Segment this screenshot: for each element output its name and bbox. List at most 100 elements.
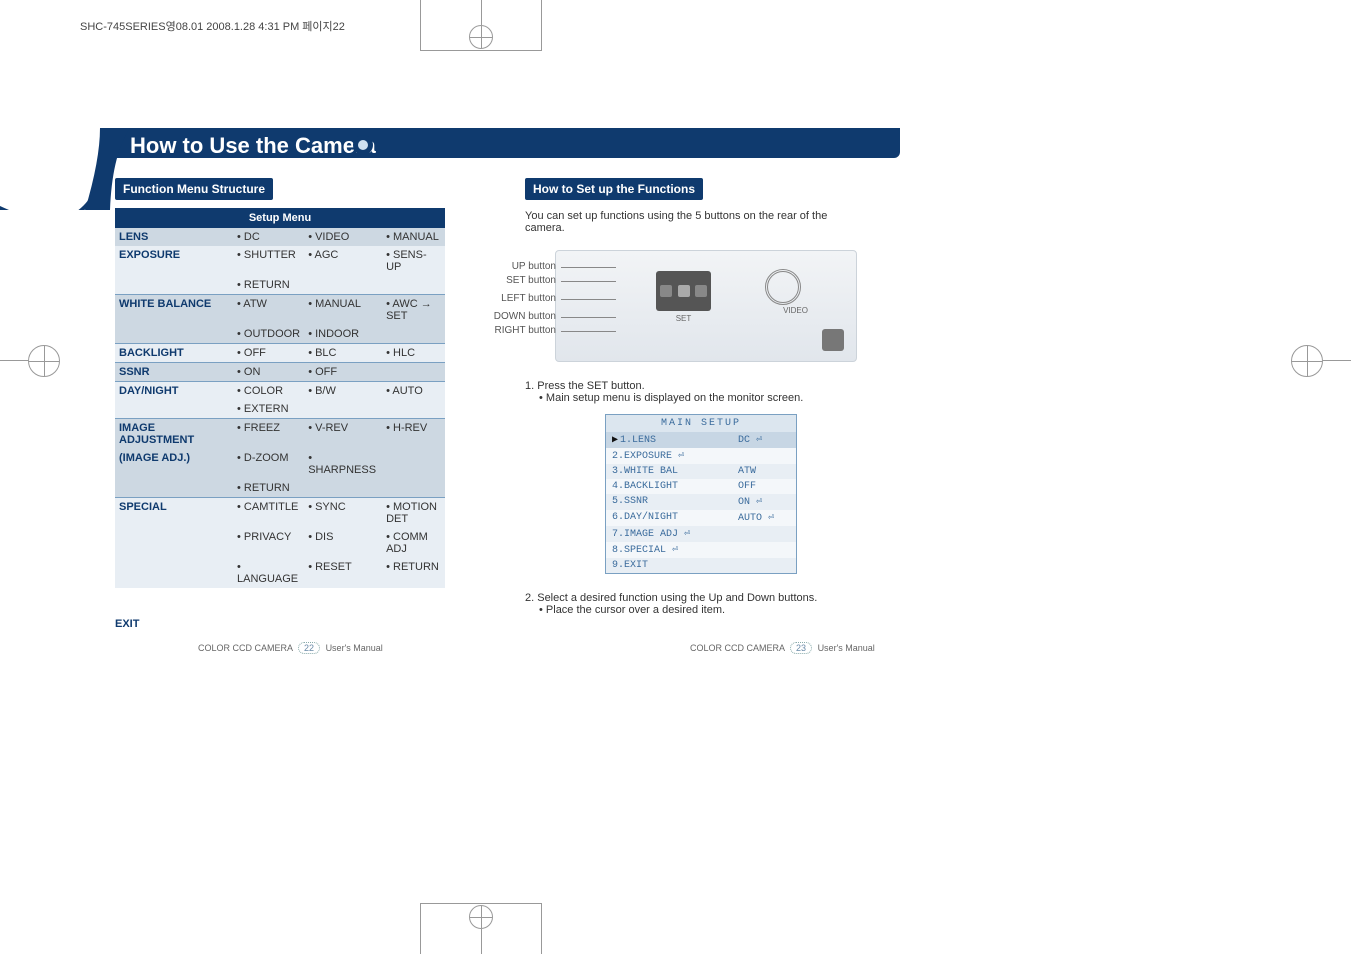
table-header: Setup Menu <box>115 208 445 228</box>
page-spread: SHC-745SERIES영08.01 2008.1.28 4:31 PM 페이… <box>0 0 1351 954</box>
diagram-label-set: SET button <box>476 275 556 286</box>
table-category <box>115 528 233 558</box>
connector-icon <box>822 329 844 351</box>
table-cell: • RETURN <box>382 558 445 588</box>
registration-mark-right <box>1291 330 1351 390</box>
table-cell: • AWC → SET <box>382 295 445 326</box>
osd-row: 8.SPECIAL ⏎ <box>606 542 796 558</box>
registration-mark-left <box>0 330 60 390</box>
table-cell: • B/W <box>304 382 382 401</box>
table-cell: • MANUAL <box>304 295 382 326</box>
table-cell: • OUTDOOR <box>233 325 304 344</box>
title-bullet-icon <box>353 135 373 155</box>
camera-rear-diagram: UP button SET button LEFT button DOWN bu… <box>555 250 857 362</box>
table-cell: • MANUAL <box>382 228 445 246</box>
table-category: SSNR <box>115 363 233 382</box>
table-cell: • RESET <box>304 558 382 588</box>
table-category: (IMAGE ADJ.) <box>115 449 233 479</box>
video-knob-icon <box>765 269 801 305</box>
table-cell: • FREEZ <box>233 419 304 450</box>
step-1-text: 1. Press the SET button. <box>525 380 865 392</box>
table-cell: • VIDEO <box>304 228 382 246</box>
table-cell <box>382 400 445 419</box>
table-cell: • ATW <box>233 295 304 326</box>
osd-row: 5.SSNRON ⏎ <box>606 494 796 510</box>
table-cell: • DIS <box>304 528 382 558</box>
table-cell <box>304 479 382 498</box>
table-cell: • SHARPNESS <box>304 449 382 479</box>
footer-left: COLOR CCD CAMERA 22 User's Manual <box>198 642 383 654</box>
osd-title: MAIN SETUP <box>606 415 796 432</box>
table-cell: • OFF <box>304 363 382 382</box>
page-number-right: 23 <box>790 642 812 654</box>
table-cell: • CAMTITLE <box>233 498 304 529</box>
left-column: Function Menu Structure Setup Menu LENS•… <box>115 178 445 630</box>
table-cell: • BLC <box>304 344 382 363</box>
table-category: WHITE BALANCE <box>115 295 233 326</box>
osd-row: 3.WHITE BALATW <box>606 464 796 479</box>
table-cell <box>304 400 382 419</box>
table-cell: • COMM ADJ <box>382 528 445 558</box>
table-cell: • AGC <box>304 246 382 276</box>
osd-row: 2.EXPOSURE ⏎ <box>606 448 796 464</box>
osd-row: 4.BACKLIGHTOFF <box>606 479 796 494</box>
step-2: 2. Select a desired function using the U… <box>525 592 865 616</box>
table-category: IMAGE ADJUSTMENT <box>115 419 233 450</box>
table-cell <box>382 363 445 382</box>
step-2-text: 2. Select a desired function using the U… <box>525 592 865 604</box>
footer-brand: COLOR CCD CAMERA <box>690 643 785 653</box>
table-cell: • EXTERN <box>233 400 304 419</box>
osd-row: ▶1.LENSDC ⏎ <box>606 432 796 448</box>
crop-info-text: SHC-745SERIES영08.01 2008.1.28 4:31 PM 페이… <box>80 22 345 33</box>
diagram-label-up: UP button <box>476 261 556 272</box>
table-cell <box>382 479 445 498</box>
footer-suffix: User's Manual <box>326 643 383 653</box>
table-cell: • SENS-UP <box>382 246 445 276</box>
table-category <box>115 276 233 295</box>
table-cell: • OFF <box>233 344 304 363</box>
table-category: SPECIAL <box>115 498 233 529</box>
registration-mark-bottom <box>420 903 542 954</box>
table-cell: • COLOR <box>233 382 304 401</box>
osd-row: 7.IMAGE ADJ ⏎ <box>606 526 796 542</box>
osd-menu: MAIN SETUP ▶1.LENSDC ⏎2.EXPOSURE ⏎3.WHIT… <box>605 414 797 574</box>
page-title: How to Use the Camera <box>130 133 376 159</box>
diagram-label-down: DOWN button <box>476 311 556 322</box>
intro-text: You can set up functions using the 5 but… <box>525 210 865 234</box>
dpad-icon <box>656 271 711 311</box>
table-category <box>115 325 233 344</box>
table-cell: • RETURN <box>233 479 304 498</box>
table-cell: • HLC <box>382 344 445 363</box>
video-label: VIDEO <box>783 306 808 315</box>
exit-label: EXIT <box>115 618 445 630</box>
footer-right: COLOR CCD CAMERA 23 User's Manual <box>690 642 875 654</box>
table-cell: • INDOOR <box>304 325 382 344</box>
table-cell: • LANGUAGE <box>233 558 304 588</box>
osd-row: 6.DAY/NIGHTAUTO ⏎ <box>606 510 796 526</box>
table-cell: • H-REV <box>382 419 445 450</box>
table-cell: • ON <box>233 363 304 382</box>
section-heading-left: Function Menu Structure <box>115 178 273 200</box>
table-cell: • PRIVACY <box>233 528 304 558</box>
table-cell: • SYNC <box>304 498 382 529</box>
table-cell: • RETURN <box>233 276 304 295</box>
table-cell: • D-ZOOM <box>233 449 304 479</box>
step-1-sub: • Main setup menu is displayed on the mo… <box>539 392 865 404</box>
page-number-left: 22 <box>298 642 320 654</box>
table-cell <box>382 325 445 344</box>
table-category: DAY/NIGHT <box>115 382 233 401</box>
table-cell: • AUTO <box>382 382 445 401</box>
diagram-label-left: LEFT button <box>476 293 556 304</box>
table-cell <box>382 449 445 479</box>
table-category: LENS <box>115 228 233 246</box>
table-category: EXPOSURE <box>115 246 233 276</box>
table-cell: • MOTION DET <box>382 498 445 529</box>
table-category <box>115 400 233 419</box>
table-cell <box>382 276 445 295</box>
step-2-sub: • Place the cursor over a desired item. <box>539 604 865 616</box>
table-cell: • V-REV <box>304 419 382 450</box>
table-category: BACKLIGHT <box>115 344 233 363</box>
table-cell: • DC <box>233 228 304 246</box>
footer-brand: COLOR CCD CAMERA <box>198 643 293 653</box>
table-cell: • SHUTTER <box>233 246 304 276</box>
